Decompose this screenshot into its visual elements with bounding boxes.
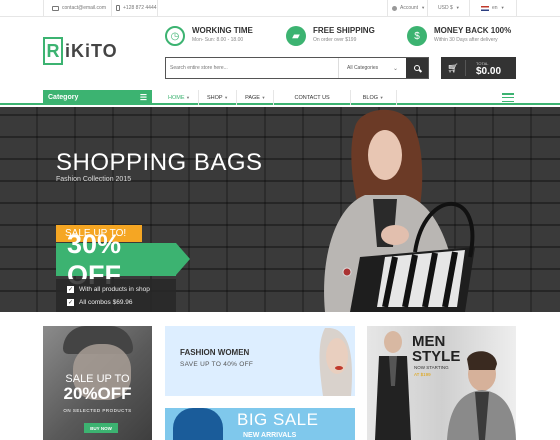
site-logo[interactable]: R iKiTO [43, 37, 118, 65]
feature-free-shipping: ▰ FREE SHIPPING On order over $199 [286, 26, 375, 46]
nav-item-contact[interactable]: CONTACT US [274, 90, 351, 105]
checklist-item: ✓ All combos $69.96 [67, 296, 165, 309]
feature-money-back: $ MONEY BACK 100% Within 30 Days after d… [407, 26, 511, 46]
banner-text-line2: 20%OFF [63, 384, 132, 403]
chevron-down-icon: ▼ [224, 95, 229, 100]
banner-subtitle: SAVE UP TO 40% OFF [180, 361, 254, 368]
banner-title: MEN STYLE [412, 334, 460, 364]
buy-now-button[interactable]: BUY NOW [84, 423, 118, 433]
feature-title: FREE SHIPPING [313, 26, 375, 35]
banner-sale-20-off[interactable]: SALE UP TO 20%OFF ON SELECTED PRODUCTS B… [43, 326, 152, 440]
banner-price: AT $199 [414, 372, 431, 377]
cart-total-value: $0.00 [476, 66, 502, 77]
banner-subtitle: NOW STARTING [414, 365, 449, 370]
feature-title: WORKING TIME [192, 26, 253, 35]
banner-fashion-women[interactable]: FASHION WOMEN SAVE UP TO 40% OFF [165, 326, 355, 396]
mail-icon [52, 5, 59, 11]
list-icon: ☰ [139, 93, 147, 102]
banner-title: FASHION WOMEN [180, 348, 250, 357]
nav-item-shop[interactable]: SHOP ▼ [199, 90, 238, 105]
banner-big-sale[interactable]: BIG SALE NEW ARRIVALS [165, 408, 355, 440]
cart-button[interactable]: 🛒︎ TOTAL $0.00 [441, 57, 516, 79]
logo-letter: R [43, 37, 63, 65]
search-button[interactable] [406, 58, 428, 78]
search-input[interactable] [166, 58, 338, 78]
chevron-down-icon: ▼ [500, 5, 505, 10]
checklist-text: With all products in shop [79, 286, 150, 293]
checklist-text: All combos $69.96 [79, 299, 133, 306]
logo-text: iKiTO [65, 40, 118, 61]
feature-working-time: ◷ WORKING TIME Mon- Sun: 8.00 - 18.00 [165, 26, 253, 46]
banner-text-line3: ON SELECTED PRODUCTS [63, 408, 132, 413]
hero-subtitle: Fashion Collection 2015 [56, 176, 132, 183]
hero-title: SHOPPING BAGS [56, 149, 263, 176]
woman-face-image [319, 328, 352, 396]
checkmark-icon: ✓ [67, 286, 74, 293]
top-bar: contact@email.com +128 872 4444 Account … [0, 0, 560, 17]
category-label: Category [48, 94, 79, 101]
divider [427, 0, 428, 16]
chevron-down-icon: ▼ [455, 5, 460, 10]
nav-label: SHOP [207, 94, 223, 101]
currency-dropdown[interactable]: USD $ ▼ [438, 0, 460, 16]
truck-icon: ▰ [286, 26, 306, 46]
hero-slider[interactable]: SHOPPING BAGS Fashion Collection 2015 SA… [0, 107, 560, 312]
search-icon [414, 65, 420, 71]
user-icon [392, 5, 397, 11]
phone-info: +128 872 4444 [116, 0, 157, 16]
cart-icon: 🛒︎ [447, 62, 459, 73]
flag-icon [481, 5, 489, 11]
offer-checklist: ✓ With all products in shop ✓ All combos… [56, 279, 176, 312]
nav-label: CONTACT US [294, 94, 330, 101]
model-figure-image [173, 408, 223, 440]
hamburger-menu-icon[interactable] [502, 93, 514, 102]
divider [43, 0, 44, 16]
divider [111, 0, 112, 16]
main-navigation: Category ☰ HOME ▼ SHOP ▼ PAGE ▼ CONTACT … [0, 90, 560, 105]
nav-label: BLOG [362, 94, 379, 101]
category-select-label: All Categories [347, 65, 379, 71]
clock-icon: ◷ [165, 26, 185, 46]
nav-item-home[interactable]: HOME ▼ [160, 90, 199, 105]
currency-label: USD $ [438, 5, 453, 11]
email-link[interactable]: contact@email.com [52, 0, 106, 16]
nav-label: HOME [168, 94, 185, 101]
nav-label: PAGE [245, 94, 260, 101]
feature-subtitle: On order over $199 [313, 37, 357, 43]
category-select[interactable]: All Categories ⌄ [338, 58, 406, 78]
checklist-item: ✓ With all products in shop [67, 283, 165, 296]
sale-percent-badge: 30% OFF [56, 229, 190, 290]
banner-title: BIG SALE [237, 410, 319, 429]
account-label: Account [400, 5, 419, 11]
banner-men-style[interactable]: MEN STYLE NOW STARTING AT $199 [367, 326, 516, 440]
chevron-down-icon: ▼ [261, 95, 266, 100]
nav-item-blog[interactable]: BLOG ▼ [351, 90, 397, 105]
nav-item-page[interactable]: PAGE ▼ [237, 90, 275, 105]
feature-subtitle: Within 30 Days after delivery [434, 37, 498, 43]
model-with-bag-image [324, 109, 475, 312]
divider [387, 0, 388, 16]
chevron-down-icon: ⌄ [392, 65, 398, 72]
language-label: en [492, 5, 498, 11]
feature-title: MONEY BACK 100% [434, 26, 512, 35]
phone-text: +128 872 4444 [123, 5, 157, 11]
email-text: contact@email.com [62, 5, 106, 11]
chevron-down-icon: ▼ [421, 5, 426, 10]
phone-icon [116, 5, 120, 11]
account-dropdown[interactable]: Account ▼ [392, 0, 425, 16]
search-bar: All Categories ⌄ [165, 57, 429, 79]
feature-subtitle: Mon- Sun: 8.00 - 18.00 [192, 37, 244, 43]
divider [516, 0, 517, 16]
chevron-down-icon: ▼ [186, 95, 190, 100]
category-menu-button[interactable]: Category ☰ [43, 90, 152, 105]
chevron-down-icon: ▼ [379, 95, 384, 100]
money-icon: $ [407, 26, 427, 46]
checkmark-icon: ✓ [67, 299, 74, 306]
divider [157, 0, 158, 16]
language-dropdown[interactable]: en ▼ [481, 0, 505, 16]
divider [469, 0, 470, 16]
banner-subtitle: NEW ARRIVALS [243, 432, 297, 439]
banner-title-line2: STYLE [412, 348, 461, 365]
